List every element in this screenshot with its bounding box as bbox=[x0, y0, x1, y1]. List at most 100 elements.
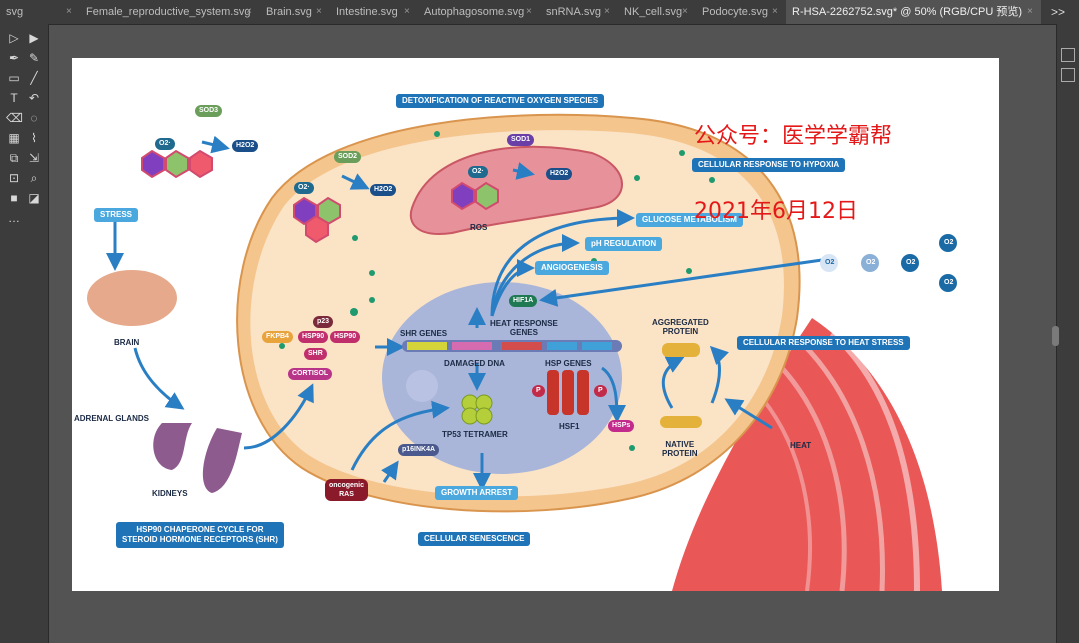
dna-strand bbox=[402, 340, 622, 352]
right-panel-dock bbox=[1056, 24, 1079, 643]
curvature-tool-icon[interactable]: ✎ bbox=[26, 50, 42, 66]
tab-close-icon[interactable]: × bbox=[246, 0, 252, 24]
label-growth-arrest: GROWTH ARREST bbox=[435, 486, 519, 500]
document-tab[interactable]: Female_reproductive_system.svg × bbox=[80, 0, 260, 24]
panel-properties-icon[interactable] bbox=[1061, 48, 1075, 62]
label-shr: SHR bbox=[304, 348, 327, 360]
label-h2o2-1: H2O2 bbox=[232, 140, 259, 152]
label-sod2: SOD2 bbox=[334, 151, 362, 163]
label-o2-a: O2 bbox=[825, 259, 835, 266]
zoom-tool-icon[interactable]: ⌕ bbox=[26, 170, 42, 186]
paintbrush-tool-icon[interactable]: ╱ bbox=[26, 70, 42, 86]
fill-swatch-icon[interactable]: ■ bbox=[6, 190, 22, 206]
direct-selection-tool-icon[interactable]: ▶ bbox=[26, 30, 42, 46]
label-shr-genes: SHR GENES bbox=[400, 329, 448, 338]
document-tab[interactable]: svg × bbox=[0, 0, 80, 24]
aggregated-protein bbox=[662, 343, 700, 357]
stroke-swatch-icon[interactable]: ◪ bbox=[26, 190, 42, 206]
label-damaged-dna: DAMAGED DNA bbox=[444, 359, 505, 368]
label-sod1: SOD1 bbox=[507, 134, 535, 146]
document-tab[interactable]: Podocyte.svg × bbox=[696, 0, 786, 24]
label-detox-ros: DETOXIFICATION OF REACTIVE OXYGEN SPECIE… bbox=[396, 94, 605, 108]
document-tab[interactable]: R-HSA-2262752.svg* @ 50% (RGB/CPU 预览) × bbox=[786, 0, 1041, 24]
tab-close-icon[interactable]: × bbox=[682, 0, 688, 24]
rotate-tool-icon[interactable]: ↶ bbox=[26, 90, 42, 106]
gradient-tool-icon[interactable]: ▦ bbox=[6, 130, 22, 146]
label-kidneys: KIDNEYS bbox=[152, 489, 188, 498]
label-fkpb4: FKPB4 bbox=[262, 331, 293, 343]
label-o2-c: O2 bbox=[906, 259, 916, 266]
tab-close-icon[interactable]: × bbox=[1027, 0, 1033, 24]
tab-label: Podocyte.svg bbox=[702, 6, 769, 18]
lasso-tool-icon[interactable]: ◌ bbox=[26, 110, 42, 126]
label-hif1a: HIF1A bbox=[509, 295, 538, 307]
pen-tool-icon[interactable]: ✒ bbox=[6, 50, 22, 66]
label-hsp90-cycle: HSP90 CHAPERONE CYCLE FOR STEROID HORMON… bbox=[116, 522, 284, 548]
width-tool-icon[interactable]: ⇲ bbox=[26, 150, 42, 166]
tab-label: Autophagosome.svg bbox=[424, 6, 525, 18]
document-tab[interactable]: Autophagosome.svg × bbox=[418, 0, 540, 24]
vertical-scrollbar[interactable] bbox=[1052, 326, 1059, 346]
tab-label: svg bbox=[6, 6, 24, 18]
selection-tool-icon[interactable]: ▷ bbox=[6, 30, 22, 46]
eyedropper-tool-icon[interactable]: ⌇ bbox=[26, 130, 42, 146]
label-phospho-1: P bbox=[532, 385, 545, 397]
label-h2o2-2: H2O2 bbox=[370, 184, 397, 196]
label-adrenal-glands: ADRENAL GLANDS bbox=[74, 414, 149, 423]
brain-illustration bbox=[87, 270, 177, 326]
tab-label: Intestine.svg bbox=[336, 6, 398, 18]
kidneys bbox=[153, 423, 242, 493]
eraser-tool-icon[interactable]: ⌫ bbox=[6, 110, 23, 126]
rectangle-tool-icon[interactable]: ▭ bbox=[6, 70, 22, 86]
label-cellular-senescence: CELLULAR SENESCENCE bbox=[418, 532, 531, 546]
label-heat-response: HEAT RESPONSE GENES bbox=[490, 319, 558, 337]
label-o2-minus-1: O2· bbox=[155, 138, 175, 150]
watermark-line1: 公众号：医学学霸帮 bbox=[694, 124, 893, 149]
tab-label: Brain.svg bbox=[266, 6, 312, 18]
document-tab[interactable]: Brain.svg × bbox=[260, 0, 330, 24]
label-p23: p23 bbox=[313, 316, 334, 328]
tab-close-icon[interactable]: × bbox=[66, 0, 72, 24]
label-hsp-genes: HSP GENES bbox=[545, 359, 592, 368]
tools-panel: ▷ ▶ ✒ ✎ ▭ ╱ T ↶ ⌫ ◌ ▦ ⌇ ⧉ ⇲ ⊡ ⌕ ■ ◪… bbox=[0, 24, 49, 643]
artboard[interactable]: DETOXIFICATION OF REACTIVE OXYGEN SPECIE… bbox=[72, 58, 999, 591]
watermark-line2: 2021年6月12日 bbox=[694, 199, 858, 224]
label-tp53: TP53 TETRAMER bbox=[442, 430, 508, 439]
label-o2-e: O2 bbox=[944, 279, 954, 286]
artboard-tool-icon[interactable]: ⊡ bbox=[6, 170, 22, 186]
tab-close-icon[interactable]: × bbox=[316, 0, 322, 24]
label-h2o2-3: H2O2 bbox=[546, 168, 573, 180]
document-tab[interactable]: Intestine.svg × bbox=[330, 0, 418, 24]
tab-label: R-HSA-2262752.svg* @ 50% (RGB/CPU 预览) bbox=[792, 6, 1023, 18]
tab-overflow-button[interactable]: >> bbox=[1051, 0, 1065, 24]
label-phospho-2: P bbox=[594, 385, 607, 397]
label-hsf1: HSF1 bbox=[559, 422, 580, 431]
label-brain: BRAIN bbox=[114, 338, 140, 347]
blend-tool-icon[interactable]: ⧉ bbox=[6, 150, 22, 166]
label-aggregated: AGGREGATED PROTEIN bbox=[652, 318, 709, 336]
tab-close-icon[interactable]: × bbox=[404, 0, 410, 24]
tab-close-icon[interactable]: × bbox=[604, 0, 610, 24]
label-oncogenic-ras: oncogenic RAS bbox=[325, 479, 369, 501]
label-native: NATIVE PROTEIN bbox=[662, 440, 698, 458]
label-heat: HEAT bbox=[790, 441, 812, 450]
label-o2-minus-2: O2· bbox=[294, 182, 314, 194]
label-sod3: SOD3 bbox=[195, 105, 223, 117]
tab-label: snRNA.svg bbox=[546, 6, 602, 18]
more-tools-icon[interactable]: … bbox=[6, 210, 22, 226]
label-cortisol: CORTISOL bbox=[288, 368, 333, 380]
panel-layers-icon[interactable] bbox=[1061, 68, 1075, 82]
oxygen-molecules bbox=[820, 234, 957, 292]
native-protein bbox=[660, 416, 702, 428]
label-stress: STRESS bbox=[94, 208, 139, 222]
tab-close-icon[interactable]: × bbox=[772, 0, 778, 24]
label-angiogenesis: ANGIOGENESIS bbox=[535, 261, 609, 275]
tab-label: NK_cell.svg bbox=[624, 6, 683, 18]
label-ros: ROS bbox=[470, 223, 488, 232]
document-tab[interactable]: NK_cell.svg × bbox=[618, 0, 696, 24]
document-tab[interactable]: snRNA.svg × bbox=[540, 0, 618, 24]
label-o2-minus-3: O2· bbox=[468, 166, 488, 178]
tab-close-icon[interactable]: × bbox=[526, 0, 532, 24]
label-o2-d: O2 bbox=[944, 239, 954, 246]
type-tool-icon[interactable]: T bbox=[6, 90, 22, 106]
